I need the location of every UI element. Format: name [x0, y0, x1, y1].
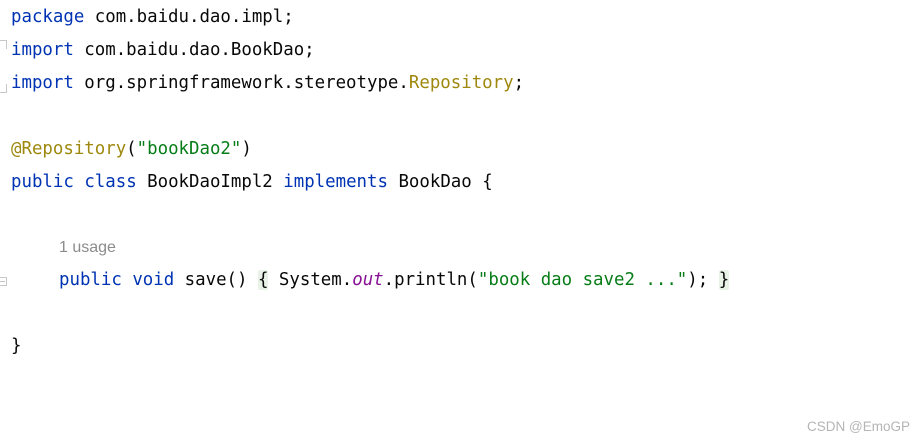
usage-hint[interactable]: 1 usage [59, 233, 116, 263]
keyword: implements [283, 172, 388, 192]
annotation-class: Repository [408, 73, 514, 93]
method-call: System. [268, 270, 353, 290]
code-editor[interactable]: package com.baidu.dao.impl; import com.b… [0, 0, 918, 442]
semicolon: ; [513, 73, 525, 93]
string-literal: "book dao save2 ..." [477, 270, 688, 290]
keyword: import [11, 73, 74, 93]
watermark: CSDN @EmoGP [807, 419, 910, 434]
keyword: class [84, 172, 137, 192]
method-signature: save() [174, 270, 258, 290]
package-name: com.baidu.dao.impl; [84, 7, 294, 27]
code-line-class-declaration[interactable]: public class BookDaoImpl2 implements Boo… [11, 166, 493, 199]
keyword: public [11, 172, 74, 192]
paren-close: ) [241, 139, 252, 159]
keyword: import [11, 40, 74, 60]
brace-close: } [718, 270, 730, 290]
brace-close: } [11, 336, 22, 356]
code-line-method[interactable]: public void save() { System.out.println(… [59, 264, 730, 297]
paren-open: ( [126, 139, 137, 159]
fold-end-icon[interactable] [0, 84, 7, 93]
keyword: package [11, 7, 85, 27]
code-line-package[interactable]: package com.baidu.dao.impl; [11, 1, 294, 34]
annotation: @Repository [11, 139, 127, 159]
brace-open: { [257, 270, 269, 290]
method-call: .println( [383, 270, 478, 290]
keyword: void [132, 270, 175, 290]
fold-start-icon[interactable] [0, 40, 7, 49]
code-line-class-close[interactable]: } [11, 330, 21, 363]
interface-name: BookDao { [387, 172, 493, 192]
string-literal: "bookDao2" [136, 139, 242, 159]
class-name: BookDaoImpl2 [136, 172, 284, 192]
import-path: org.springframework.stereotype. [73, 73, 409, 93]
code-line-import-bookdao[interactable]: import com.baidu.dao.BookDao; [11, 34, 315, 67]
static-field: out [352, 270, 384, 290]
method-call-end: ); [687, 270, 719, 290]
fold-collapse-icon[interactable] [0, 277, 7, 286]
keyword: public [59, 270, 122, 290]
code-line-import-repository[interactable]: import org.springframework.stereotype.Re… [11, 67, 524, 100]
import-path: com.baidu.dao.BookDao; [73, 40, 315, 60]
code-line-annotation[interactable]: @Repository("bookDao2") [11, 133, 252, 166]
